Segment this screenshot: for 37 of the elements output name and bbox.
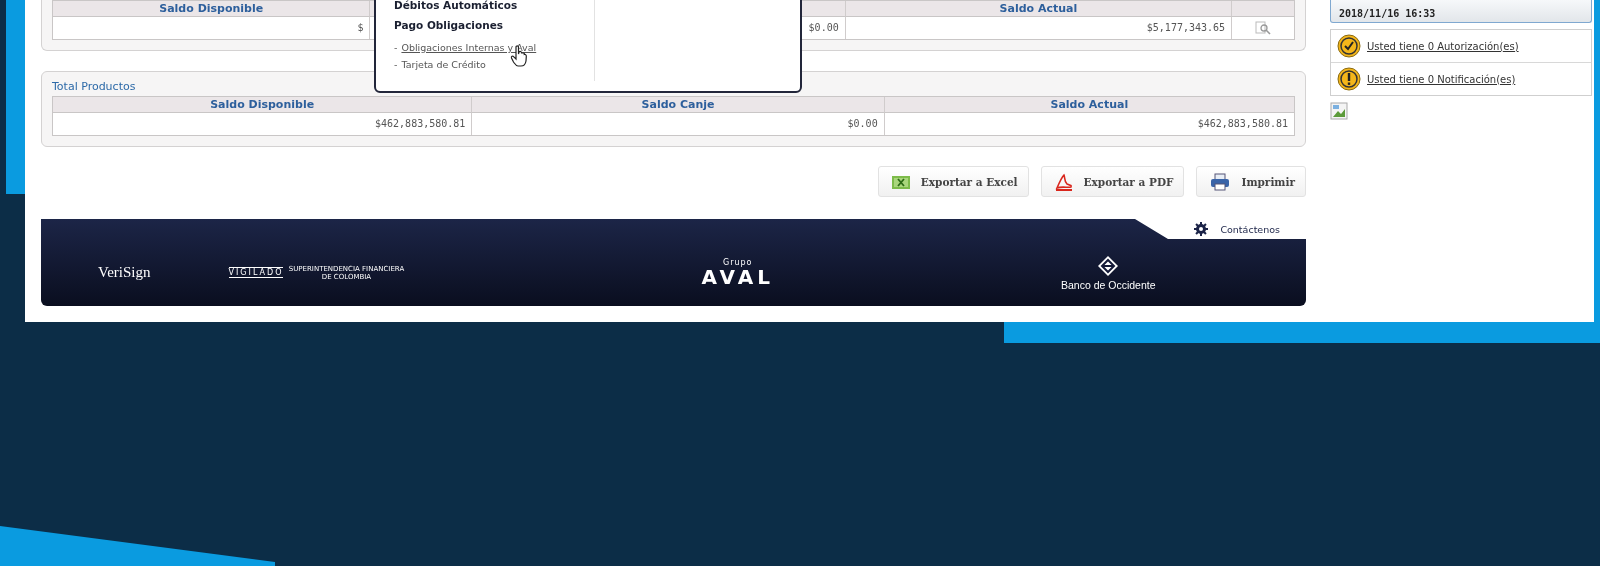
column-header: Saldo Disponible <box>53 97 473 113</box>
table-cell: $ <box>53 17 371 39</box>
spreadsheet-icon <box>890 173 911 190</box>
grupo-text: Grupo <box>722 258 753 267</box>
verisign-logo: VeriSign <box>98 264 151 281</box>
list-marker: - <box>394 42 398 53</box>
column-header: Saldo Actual <box>845 1 1233 17</box>
menu-heading: Débitos Automáticos <box>394 0 519 11</box>
menu-heading: Pago Obligaciones <box>394 19 504 31</box>
gear-icon <box>1194 222 1209 236</box>
export-button[interactable]: Exportar a PDF <box>1040 166 1185 197</box>
table-cell: $462,883,580.81 <box>53 113 473 135</box>
alert-link[interactable]: Usted tiene 0 Notificación(es) <box>1367 73 1516 85</box>
aval-logo: AVAL <box>701 267 774 287</box>
broken-image-icon <box>1330 102 1348 120</box>
table-cell: $5,177,343.65 <box>845 17 1233 39</box>
pdf-icon <box>1053 172 1074 191</box>
table-cell: $0.00 <box>472 113 885 135</box>
vigilado-text: VIGILADO <box>228 267 284 278</box>
bank-name: Banco de Occidente <box>1060 278 1156 291</box>
panel-title: Total Productos <box>52 80 137 93</box>
export-button[interactable]: Exportar a Excel <box>877 166 1029 197</box>
printer-icon <box>1209 172 1232 191</box>
diamond-logo-icon <box>1097 254 1120 277</box>
print-button[interactable]: Imprimir <box>1196 166 1306 197</box>
check-circle-icon <box>1337 34 1361 58</box>
magnifier-icon[interactable] <box>1255 21 1272 35</box>
column-header: Saldo Canje <box>472 97 885 113</box>
alert-link[interactable]: Usted tiene 0 Autorización(es) <box>1367 40 1519 52</box>
menu-link[interactable]: Tarjeta de Crédito <box>401 59 486 70</box>
list-marker: - <box>394 59 398 70</box>
exclamation-circle-icon <box>1337 67 1361 91</box>
table-cell-text: $462,883,580.81 <box>1196 117 1289 131</box>
column-header: Saldo Actual <box>884 97 1294 113</box>
last-login-date: 2018/11/16 16:33 <box>1339 8 1437 19</box>
contact-link[interactable]: Contáctenos <box>1194 219 1280 239</box>
column-header: Saldo Disponible <box>53 1 371 17</box>
